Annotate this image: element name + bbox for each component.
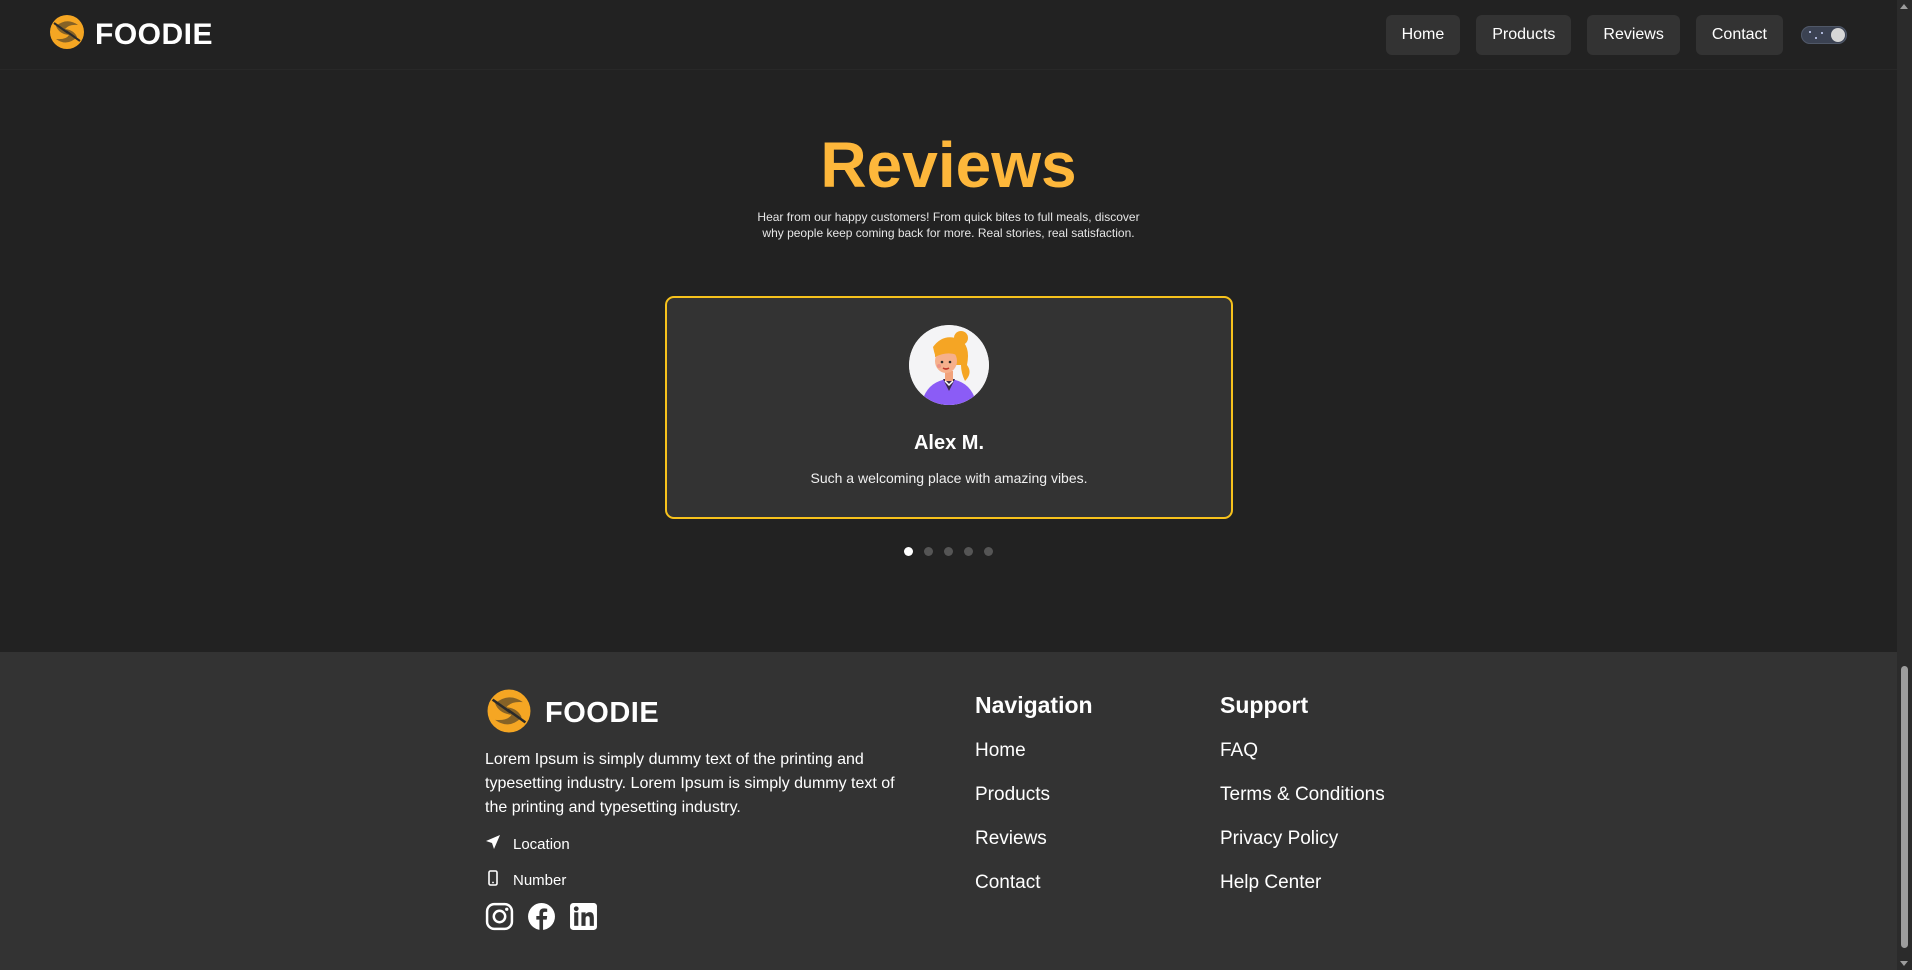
carousel-pagination <box>904 547 993 556</box>
mobile-phone-icon <box>485 870 501 890</box>
footer-link-faq[interactable]: FAQ <box>1220 739 1385 783</box>
linkedin-icon[interactable] <box>569 902 598 936</box>
footer-navigation-column: Navigation Home Products Reviews Contact <box>975 692 1093 915</box>
footer-navigation-heading: Navigation <box>975 692 1093 718</box>
reviewer-name: Alex M. <box>913 432 985 454</box>
footer-support-column: Support FAQ Terms & Conditions Privacy P… <box>1220 692 1385 915</box>
brand-logo-link[interactable]: FOODIE <box>48 13 213 56</box>
footer-brand[interactable]: FOODIE <box>485 687 659 740</box>
footer-link-privacy[interactable]: Privacy Policy <box>1220 827 1385 871</box>
nav-reviews-button[interactable]: Reviews <box>1587 14 1680 55</box>
foodie-logo-icon <box>485 687 533 740</box>
review-text: Such a welcoming place with amazing vibe… <box>810 470 1088 486</box>
site-footer: FOODIE Lorem Ipsum is simply dummy text … <box>0 652 1897 970</box>
toggle-star-icon <box>1815 36 1817 39</box>
footer-link-terms[interactable]: Terms & Conditions <box>1220 783 1385 827</box>
footer-number: Number <box>485 870 566 890</box>
toggle-star-icon <box>1809 30 1811 33</box>
reviewer-avatar <box>909 325 989 405</box>
footer-support-heading: Support <box>1220 692 1309 718</box>
reviews-subtitle: Hear from our happy customers! From quic… <box>757 210 1140 240</box>
footer-link-reviews[interactable]: Reviews <box>975 827 1093 871</box>
dark-mode-toggle[interactable] <box>1801 25 1847 44</box>
footer-link-contact[interactable]: Contact <box>975 871 1093 915</box>
nav-products-button[interactable]: Products <box>1476 14 1572 55</box>
reviews-section: Reviews Hear from our happy customers! F… <box>0 70 1897 652</box>
carousel-dot[interactable] <box>964 547 973 556</box>
footer-link-help-center[interactable]: Help Center <box>1220 871 1385 915</box>
scroll-up-arrow-icon[interactable] <box>1900 4 1908 9</box>
facebook-icon[interactable] <box>527 902 556 936</box>
carousel-dot[interactable] <box>984 547 993 556</box>
top-navbar: FOODIE Home Products Reviews Contact <box>0 0 1897 70</box>
location-arrow-icon <box>485 834 501 854</box>
page-scrollbar[interactable] <box>1897 0 1912 970</box>
nav-contact-button[interactable]: Contact <box>1695 14 1783 55</box>
scrollbar-thumb[interactable] <box>1901 666 1908 948</box>
footer-location: Location <box>485 834 570 854</box>
instagram-icon[interactable] <box>485 902 514 936</box>
location-label: Location <box>513 835 570 853</box>
footer-brand-name: FOODIE <box>545 697 660 729</box>
carousel-dot[interactable] <box>904 547 913 556</box>
footer-description: Lorem Ipsum is simply dummy text of the … <box>485 751 895 816</box>
brand-name: FOODIE <box>95 17 214 51</box>
foodie-logo-icon <box>48 13 86 56</box>
toggle-knob <box>1831 27 1845 42</box>
review-card: Alex M. Such a welcoming place with amaz… <box>665 296 1233 519</box>
number-label: Number <box>513 871 567 889</box>
carousel-dot[interactable] <box>944 547 953 556</box>
footer-social-links <box>485 902 598 936</box>
footer-link-home[interactable]: Home <box>975 739 1093 783</box>
carousel-dot[interactable] <box>924 547 933 556</box>
main-nav: Home Products Reviews Contact <box>1385 14 1849 55</box>
toggle-star-icon <box>1821 31 1823 34</box>
scroll-down-arrow-icon[interactable] <box>1900 961 1908 966</box>
nav-home-button[interactable]: Home <box>1385 14 1461 55</box>
reviews-title: Reviews <box>820 129 1077 201</box>
footer-link-products[interactable]: Products <box>975 783 1093 827</box>
